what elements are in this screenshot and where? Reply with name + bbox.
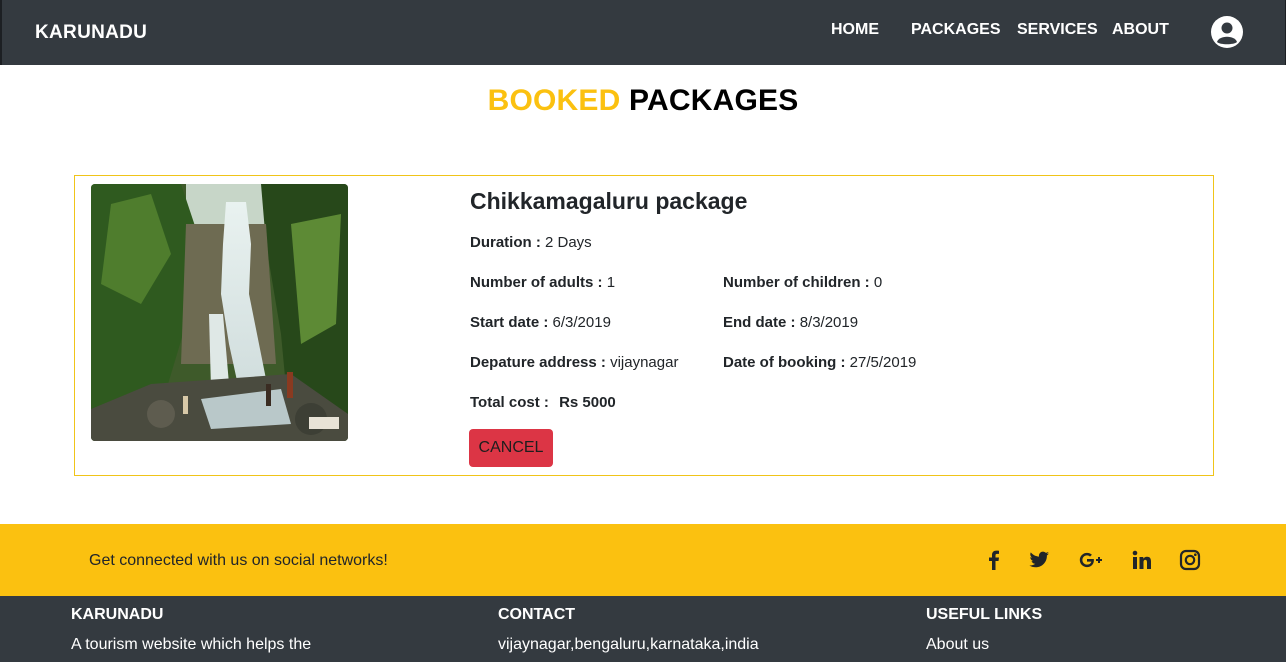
twitter-icon[interactable] (1027, 548, 1051, 572)
nav-home[interactable]: HOME (831, 21, 879, 39)
duration-label: Duration : (470, 234, 541, 251)
page-title-main: PACKAGES (629, 84, 799, 117)
page-title: BOOKED PACKAGES (0, 84, 1286, 118)
end-date-field: End date : 8/3/2019 (723, 314, 858, 331)
departure-label: Depature address : (470, 354, 606, 371)
start-date-label: Start date : (470, 314, 549, 331)
footer: KARUNADU A tourism website which helps t… (0, 596, 1286, 662)
total-cost-label: Total cost : (470, 394, 549, 411)
footer-links-heading: USEFUL LINKS (926, 606, 1043, 623)
adults-label: Number of adults : (470, 274, 603, 291)
end-date-value: 8/3/2019 (799, 314, 859, 331)
brand-logo[interactable]: KARUNADU (35, 22, 147, 44)
social-bar: Get connected with us on social networks… (0, 524, 1286, 596)
footer-link-about[interactable]: About us (926, 636, 989, 654)
departure-value: vijaynagar (610, 354, 679, 371)
booking-date-value: 27/5/2019 (849, 354, 917, 371)
children-label: Number of children : (723, 274, 870, 291)
duration-field: Duration : 2 Days (470, 234, 592, 251)
page-title-accent: BOOKED (487, 84, 621, 117)
linkedin-icon[interactable] (1130, 548, 1154, 572)
departure-field: Depature address : vijaynagar (470, 354, 678, 371)
footer-contact-heading: CONTACT (498, 606, 576, 623)
navbar: KARUNADU HOME PACKAGES SERVICES ABOUT (0, 0, 1286, 65)
adults-field: Number of adults : 1 (470, 274, 615, 291)
total-cost-value: Rs 5000 (559, 394, 616, 411)
booking-date-field: Date of booking : 27/5/2019 (723, 354, 916, 371)
package-name: Chikkamagaluru package (470, 188, 748, 214)
instagram-icon[interactable] (1178, 548, 1202, 572)
total-cost-field: Total cost : Rs 5000 (470, 394, 616, 411)
footer-brand-heading: KARUNADU (71, 606, 164, 623)
package-image (91, 184, 348, 441)
user-account-icon[interactable] (1210, 15, 1244, 49)
duration-value: 2 Days (545, 234, 592, 251)
children-value: 0 (873, 274, 883, 291)
social-text: Get connected with us on social networks… (89, 552, 388, 569)
adults-value: 1 (606, 274, 616, 291)
nav-packages[interactable]: PACKAGES (911, 21, 1001, 39)
start-date-value: 6/3/2019 (552, 314, 611, 331)
children-field: Number of children : 0 (723, 274, 882, 291)
footer-brand-description: A tourism website which helps the (71, 636, 312, 653)
start-date-field: Start date : 6/3/2019 (470, 314, 611, 331)
footer-contact-address: vijaynagar,bengaluru,karnataka,india (498, 636, 759, 653)
end-date-label: End date : (723, 314, 796, 331)
booking-card: Chikkamagaluru package Duration : 2 Days… (74, 175, 1214, 476)
booking-date-label: Date of booking : (723, 354, 846, 371)
facebook-icon[interactable] (982, 548, 1006, 572)
nav-services[interactable]: SERVICES (1017, 21, 1098, 39)
google-plus-icon[interactable] (1078, 548, 1106, 572)
nav-about[interactable]: ABOUT (1112, 21, 1169, 39)
cancel-button[interactable]: CANCEL (469, 429, 553, 467)
